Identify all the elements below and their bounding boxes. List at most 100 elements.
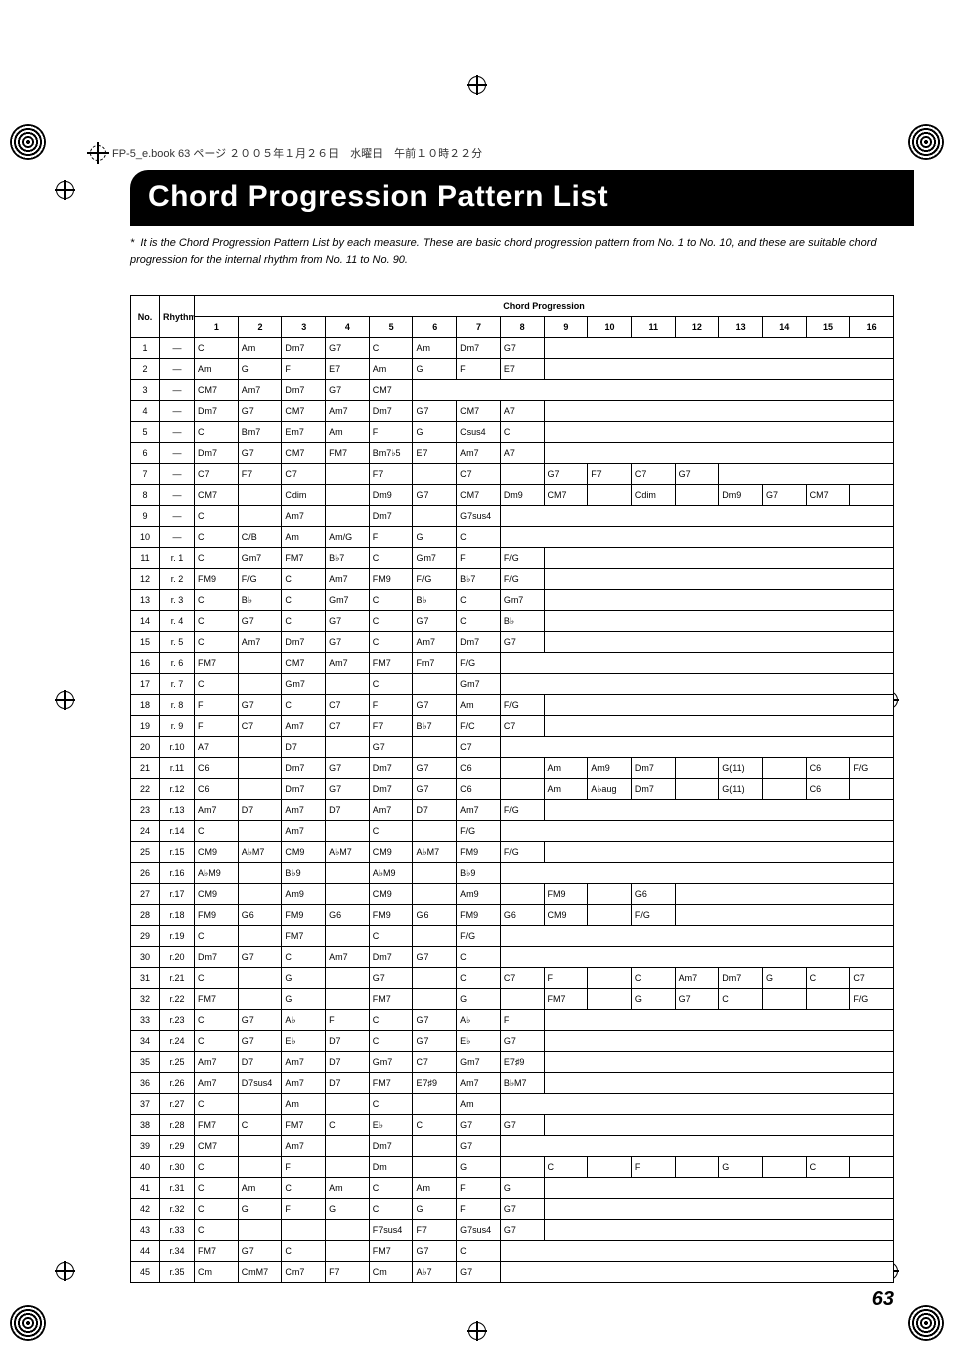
row-rhythm: — bbox=[160, 485, 195, 506]
chord-cell: G7 bbox=[413, 695, 457, 716]
chord-cell: G7 bbox=[413, 401, 457, 422]
col-head-chord: Chord Progression bbox=[195, 296, 894, 317]
chord-cell: F bbox=[369, 527, 413, 548]
chord-cell: Am7 bbox=[282, 506, 326, 527]
chord-cell: G7 bbox=[413, 485, 457, 506]
chord-cell: C bbox=[195, 422, 239, 443]
row-rhythm: r.33 bbox=[160, 1220, 195, 1241]
chord-cell: G7 bbox=[762, 485, 806, 506]
empty-span bbox=[544, 569, 894, 590]
chord-cell: G7 bbox=[413, 1010, 457, 1031]
chord-cell: D7 bbox=[282, 737, 326, 758]
col-num-2: 2 bbox=[238, 317, 282, 338]
chord-cell: C bbox=[195, 506, 239, 527]
chord-cell: F7 bbox=[413, 1220, 457, 1241]
chord-cell: C7 bbox=[413, 1052, 457, 1073]
row-no: 30 bbox=[131, 947, 160, 968]
chord-cell: G7 bbox=[500, 1199, 544, 1220]
chord-cell: F bbox=[457, 548, 501, 569]
chord-cell bbox=[326, 1157, 370, 1178]
chord-cell: Dm7 bbox=[369, 401, 413, 422]
chord-cell: Dm7 bbox=[369, 779, 413, 800]
chord-cell: C bbox=[369, 590, 413, 611]
chord-cell: C6 bbox=[806, 779, 850, 800]
table-row: 18r. 8FG7CC7FG7AmF/G bbox=[131, 695, 894, 716]
chord-cell: C bbox=[719, 989, 763, 1010]
chord-cell: Csus4 bbox=[457, 422, 501, 443]
chord-cell bbox=[238, 1136, 282, 1157]
chord-cell: Dm9 bbox=[719, 485, 763, 506]
empty-span bbox=[544, 1073, 894, 1094]
chord-cell: FM9 bbox=[282, 905, 326, 926]
chord-cell: G7 bbox=[413, 947, 457, 968]
table-row: 38r.28FM7CFM7CE♭CG7G7 bbox=[131, 1115, 894, 1136]
col-num-1: 1 bbox=[195, 317, 239, 338]
row-no: 23 bbox=[131, 800, 160, 821]
row-rhythm: r. 2 bbox=[160, 569, 195, 590]
empty-span bbox=[500, 737, 893, 758]
empty-span bbox=[500, 1262, 893, 1283]
chord-cell: C bbox=[282, 611, 326, 632]
chord-cell: CM7 bbox=[282, 401, 326, 422]
chord-cell: Am7 bbox=[369, 800, 413, 821]
chord-cell: G7 bbox=[326, 380, 370, 401]
chord-cell: G6 bbox=[500, 905, 544, 926]
chord-cell: Am bbox=[457, 695, 501, 716]
chord-cell: G7 bbox=[500, 1220, 544, 1241]
chord-cell: C7 bbox=[457, 737, 501, 758]
chord-cell: G7 bbox=[457, 1262, 501, 1283]
chord-cell: G7 bbox=[238, 1031, 282, 1052]
chord-cell: C bbox=[195, 1157, 239, 1178]
empty-span bbox=[544, 548, 894, 569]
row-rhythm: r.20 bbox=[160, 947, 195, 968]
chord-cell: G bbox=[282, 989, 326, 1010]
chord-cell: C bbox=[369, 1178, 413, 1199]
chord-cell: C bbox=[282, 1178, 326, 1199]
empty-span bbox=[544, 401, 894, 422]
chord-cell: G7 bbox=[413, 1031, 457, 1052]
intro-text: * It is the Chord Progression Pattern Li… bbox=[130, 235, 884, 268]
chord-cell: G7 bbox=[500, 632, 544, 653]
chord-cell: F bbox=[457, 1178, 501, 1199]
empty-span bbox=[544, 359, 894, 380]
chord-cell: G bbox=[282, 968, 326, 989]
chord-cell: G bbox=[238, 359, 282, 380]
chord-cell: C bbox=[369, 1031, 413, 1052]
table-row: 3—CM7Am7Dm7G7CM7 bbox=[131, 380, 894, 401]
chord-cell: C bbox=[195, 1031, 239, 1052]
chord-cell bbox=[806, 989, 850, 1010]
chord-cell: CM7 bbox=[195, 1136, 239, 1157]
col-head-no: No. bbox=[131, 296, 160, 338]
chord-cell: Am bbox=[238, 1178, 282, 1199]
row-no: 27 bbox=[131, 884, 160, 905]
row-no: 29 bbox=[131, 926, 160, 947]
row-no: 4 bbox=[131, 401, 160, 422]
col-num-4: 4 bbox=[326, 317, 370, 338]
row-no: 2 bbox=[131, 359, 160, 380]
row-rhythm: — bbox=[160, 443, 195, 464]
chord-cell: G7 bbox=[326, 611, 370, 632]
registration-mark-top-left bbox=[10, 124, 46, 160]
chord-cell bbox=[588, 884, 632, 905]
chord-cell: Am bbox=[282, 1094, 326, 1115]
table-row: 42r.32CGFGCGFG7 bbox=[131, 1199, 894, 1220]
chord-cell: G7 bbox=[326, 758, 370, 779]
chord-cell: Em7 bbox=[282, 422, 326, 443]
chord-cell: C7 bbox=[282, 464, 326, 485]
chord-cell bbox=[413, 1136, 457, 1157]
chord-cell: C bbox=[369, 632, 413, 653]
table-row: 12r. 2FM9F/GCAm7FM9F/GB♭7F/G bbox=[131, 569, 894, 590]
row-rhythm: r.13 bbox=[160, 800, 195, 821]
chord-cell: F bbox=[282, 1157, 326, 1178]
chord-cell: F/G bbox=[500, 548, 544, 569]
chord-cell: G7 bbox=[500, 1115, 544, 1136]
chord-cell: D7 bbox=[326, 800, 370, 821]
chord-cell bbox=[238, 821, 282, 842]
chord-cell: C7 bbox=[326, 716, 370, 737]
chord-cell: G7 bbox=[544, 464, 588, 485]
chord-cell: G bbox=[413, 422, 457, 443]
empty-span bbox=[850, 485, 894, 506]
chord-cell: F bbox=[631, 1157, 675, 1178]
chord-cell bbox=[413, 884, 457, 905]
chord-cell: D7 bbox=[238, 800, 282, 821]
